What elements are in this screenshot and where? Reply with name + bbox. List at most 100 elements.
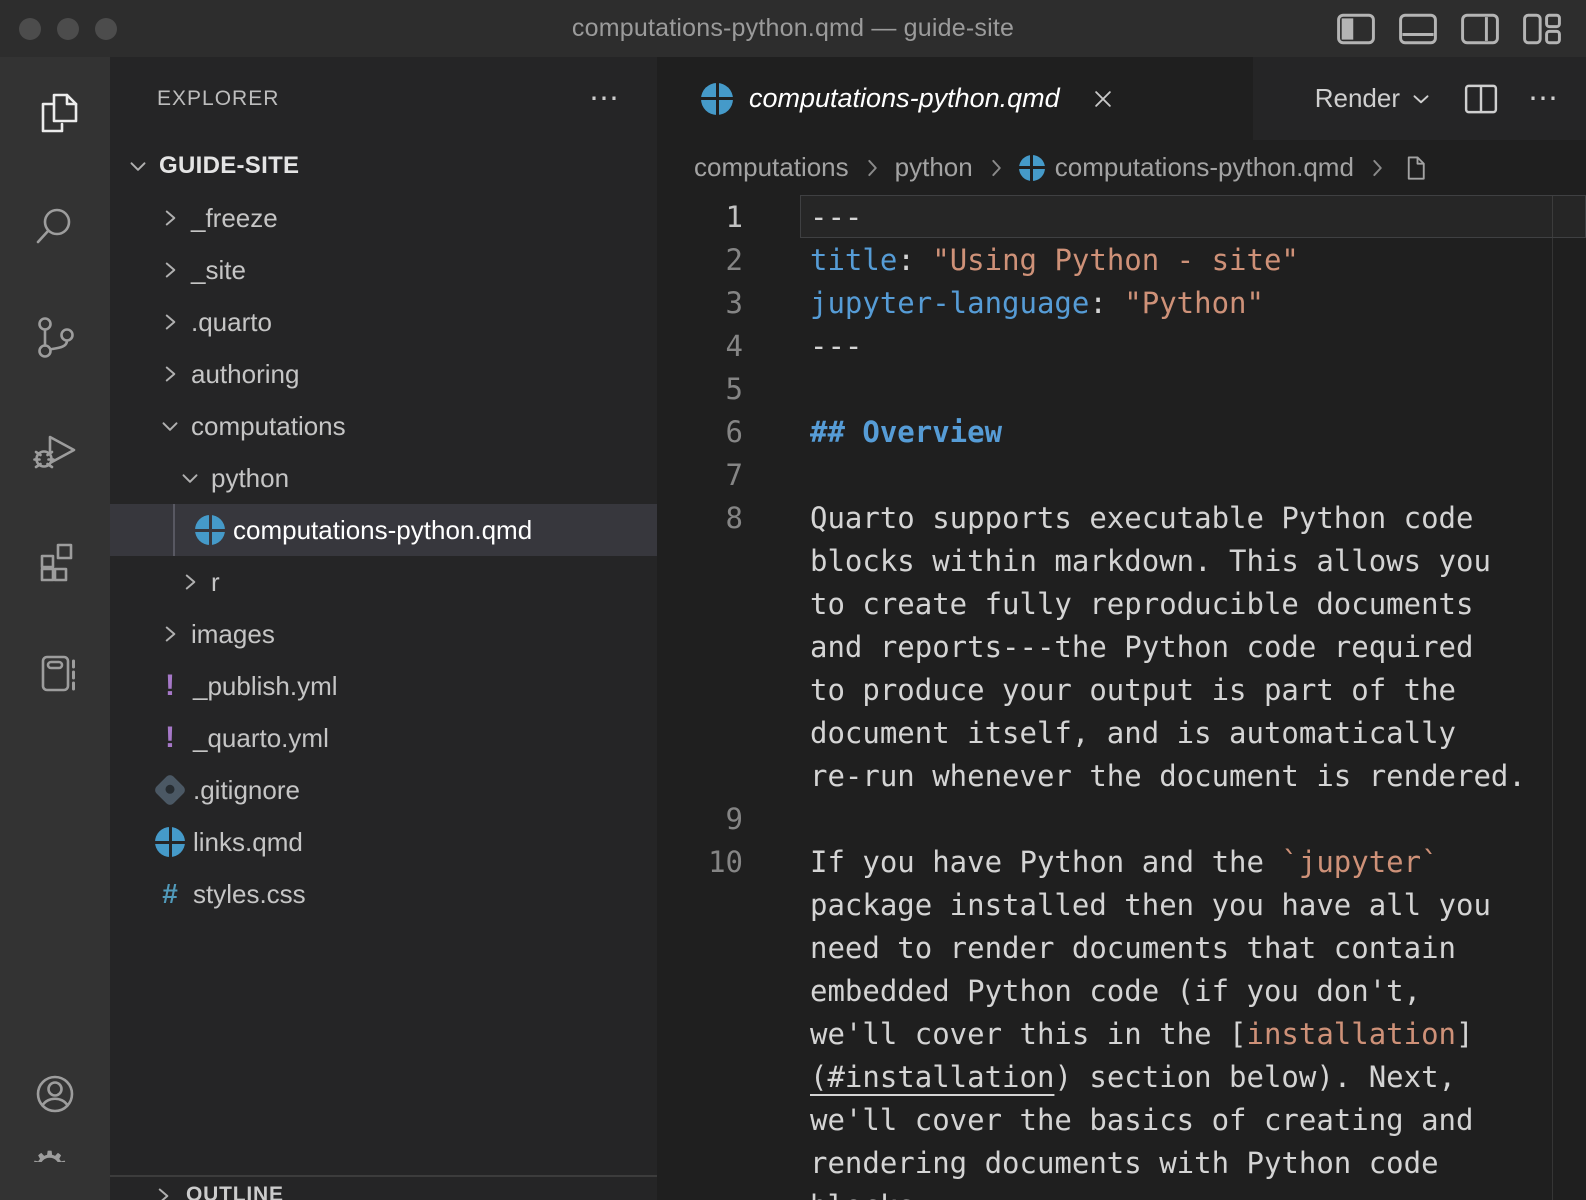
breadcrumbs: computations python computations-python.qm…: [657, 140, 1586, 195]
line-number: 2: [657, 243, 780, 277]
window-controls: [19, 0, 117, 57]
tree-item-label: _quarto.yml: [193, 723, 329, 754]
activity-search-search-icon[interactable]: [29, 199, 81, 251]
vscode-window: computations-python.qmd — guide-site ⚙ E…: [0, 0, 1586, 1200]
tree-item--site[interactable]: _site: [110, 244, 657, 296]
tree-item-r[interactable]: r: [110, 556, 657, 608]
breadcrumb-item-file[interactable]: computations-python.qmd: [1055, 152, 1354, 183]
yaml-file-icon: !: [155, 723, 185, 753]
tree-item-label: python: [211, 463, 289, 494]
tree-item--gitignore[interactable]: .gitignore: [110, 764, 657, 816]
customize-layout-icon[interactable]: [1520, 7, 1564, 51]
line-number: 10: [657, 845, 780, 879]
code-line[interactable]: 6## Overview: [657, 410, 1586, 453]
code-line[interactable]: 10If you have Python and the `jupyter`: [657, 840, 1586, 883]
minimize-window-button[interactable]: [57, 18, 79, 40]
tree-item-styles-css[interactable]: #styles.css: [110, 868, 657, 920]
close-window-button[interactable]: [19, 18, 41, 40]
activity-settings-gear-icon[interactable]: ⚙: [29, 1148, 81, 1200]
code-line-text: ## Overview: [780, 415, 1002, 449]
tree-item-links-qmd[interactable]: links.qmd: [110, 816, 657, 868]
explorer-title: EXPLORER: [157, 87, 279, 111]
tree-item-authoring[interactable]: authoring: [110, 348, 657, 400]
more-actions-icon[interactable]: ⋯: [1528, 89, 1560, 109]
code-line-text: blocks within markdown. This allows you: [780, 544, 1491, 578]
code-line-text: rendering documents with Python code: [780, 1146, 1439, 1180]
code-line[interactable]: rendering documents with Python code: [657, 1141, 1586, 1184]
toggle-secondary-sidebar-icon[interactable]: [1458, 7, 1502, 51]
breadcrumb-separator-chevron-icon: [859, 155, 885, 181]
tree-item-label: styles.css: [193, 879, 306, 910]
code-line[interactable]: and reports---the Python code required: [657, 625, 1586, 668]
tree-item--publish-yml[interactable]: !_publish.yml: [110, 660, 657, 712]
tree-item-computations[interactable]: computations: [110, 400, 657, 452]
code-line[interactable]: 2title: "Using Python - site": [657, 238, 1586, 281]
code-line[interactable]: to produce your output is part of the: [657, 668, 1586, 711]
code-editor[interactable]: 1---2title: "Using Python - site"3jupyte…: [657, 195, 1586, 1200]
activity-explorer-files-icon[interactable]: [29, 87, 81, 139]
code-line-text: ---: [780, 329, 862, 363]
zoom-window-button[interactable]: [95, 18, 117, 40]
tree-item-label: GUIDE-SITE: [159, 152, 299, 180]
chevron-right-icon: [150, 1183, 176, 1200]
code-line[interactable]: re-run whenever the document is rendered…: [657, 754, 1586, 797]
activity-run-debug-debug-icon[interactable]: [29, 423, 81, 475]
code-line[interactable]: 3jupyter-language: "Python": [657, 281, 1586, 324]
line-number: 4: [657, 329, 780, 363]
code-line[interactable]: we'll cover the basics of creating and: [657, 1098, 1586, 1141]
tab-bar: computations-python.qmd Render ⋯: [657, 57, 1586, 140]
code-line[interactable]: 1---: [657, 195, 1586, 238]
tab-computations-python[interactable]: computations-python.qmd: [657, 57, 1253, 140]
quarto-file-icon: [1019, 155, 1045, 181]
activity-account-account-icon[interactable]: [29, 1068, 81, 1120]
chevron-right-icon: [157, 361, 183, 387]
render-button[interactable]: Render: [1315, 83, 1434, 114]
file-tree: GUIDE-SITE _freeze_site.quarto authoring co…: [110, 140, 657, 920]
code-line[interactable]: package installed then you have all you: [657, 883, 1586, 926]
outline-title: OUTLINE: [186, 1183, 284, 1200]
toggle-panel-icon[interactable]: [1396, 7, 1440, 51]
chevron-right-icon: [157, 257, 183, 283]
split-editor-icon[interactable]: [1460, 78, 1502, 120]
explorer-more-actions-icon[interactable]: ⋯: [589, 89, 621, 109]
tree-item-python[interactable]: python: [110, 452, 657, 504]
code-line[interactable]: 7: [657, 453, 1586, 496]
render-label: Render: [1315, 83, 1400, 114]
code-line-text: we'll cover this in the [installation]: [780, 1017, 1473, 1051]
tree-item-images[interactable]: images: [110, 608, 657, 660]
code-line[interactable]: 5: [657, 367, 1586, 410]
chevron-down-icon: [1408, 86, 1434, 112]
code-line[interactable]: document itself, and is automatically: [657, 711, 1586, 754]
activity-extensions-extensions-icon[interactable]: [29, 535, 81, 587]
code-line[interactable]: 8Quarto supports executable Python code: [657, 496, 1586, 539]
breadcrumb-item[interactable]: python: [895, 152, 973, 183]
tree-item--quarto[interactable]: .quarto: [110, 296, 657, 348]
tree-item-label: computations-python.qmd: [233, 515, 532, 546]
toggle-primary-sidebar-icon[interactable]: [1334, 7, 1378, 51]
line-number: 1: [657, 200, 780, 234]
activity-source-control-source-control-icon[interactable]: [29, 311, 81, 363]
chevron-right-icon: [177, 569, 203, 595]
tree-item--quarto-yml[interactable]: ! _quarto.yml: [110, 712, 657, 764]
outline-section-header[interactable]: OUTLINE: [110, 1175, 657, 1200]
code-line[interactable]: 4---: [657, 324, 1586, 367]
breadcrumb-item[interactable]: computations: [694, 152, 849, 183]
activity-notebook-notebook-icon[interactable]: [29, 647, 81, 699]
code-line-text: title: "Using Python - site": [780, 243, 1299, 277]
code-line[interactable]: embedded Python code (if you don't,: [657, 969, 1586, 1012]
code-line[interactable]: (#installation) section below). Next,: [657, 1055, 1586, 1098]
close-tab-icon[interactable]: [1088, 84, 1118, 114]
code-line[interactable]: we'll cover this in the [installation]: [657, 1012, 1586, 1055]
tree-item-guide-site[interactable]: GUIDE-SITE: [110, 140, 657, 192]
code-line[interactable]: 9: [657, 797, 1586, 840]
tree-item--freeze[interactable]: _freeze: [110, 192, 657, 244]
code-line[interactable]: blocks.: [657, 1184, 1586, 1200]
tree-item-computations-python-qmd[interactable]: computations-python.qmd: [110, 504, 657, 556]
code-line[interactable]: blocks within markdown. This allows you: [657, 539, 1586, 582]
code-line[interactable]: to create fully reproducible documents: [657, 582, 1586, 625]
code-line[interactable]: need to render documents that contain: [657, 926, 1586, 969]
tree-item-label: authoring: [191, 359, 299, 390]
tab-label: computations-python.qmd: [749, 83, 1060, 114]
explorer-sidebar: EXPLORER ⋯ GUIDE-SITE _freeze_site.quarto…: [110, 57, 657, 1200]
layout-controls: [1334, 0, 1564, 57]
